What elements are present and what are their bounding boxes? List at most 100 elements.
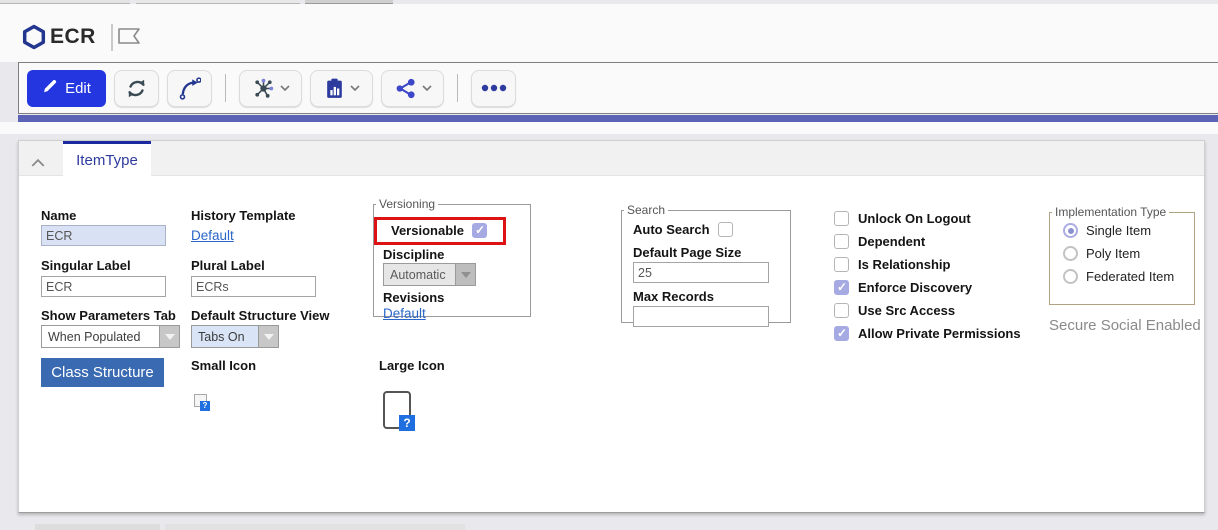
ellipsis-icon bbox=[481, 84, 507, 92]
enforce-discovery-row: Enforce Discovery bbox=[834, 280, 972, 295]
discipline-label: Discipline bbox=[383, 247, 444, 262]
history-template-link[interactable]: Default bbox=[191, 228, 234, 243]
bottom-fragment bbox=[35, 524, 160, 530]
single-item-radio[interactable] bbox=[1063, 223, 1078, 238]
singular-label-label: Singular Label bbox=[41, 258, 131, 273]
auto-search-label: Auto Search bbox=[633, 222, 710, 237]
chevron-down-icon bbox=[350, 85, 360, 91]
discipline-value: Automatic bbox=[383, 263, 455, 286]
reports-dropdown-button[interactable] bbox=[310, 70, 373, 107]
dropdown-arrow-icon bbox=[455, 263, 476, 286]
page-title: ECR bbox=[50, 25, 96, 49]
flag-icon[interactable] bbox=[117, 26, 143, 55]
structure-dropdown-button[interactable] bbox=[239, 70, 302, 107]
versionable-checkbox[interactable] bbox=[472, 223, 487, 238]
pencil-icon bbox=[42, 78, 58, 98]
plural-label-label: Plural Label bbox=[191, 258, 265, 273]
dependent-label: Dependent bbox=[858, 234, 925, 249]
name-input[interactable] bbox=[41, 225, 166, 246]
share-dropdown-button[interactable] bbox=[381, 70, 444, 107]
toolbar: Edit bbox=[18, 62, 1218, 114]
use-src-access-label: Use Src Access bbox=[858, 303, 955, 318]
show-parameters-tab-label: Show Parameters Tab bbox=[41, 308, 176, 323]
dropdown-arrow-icon[interactable] bbox=[258, 325, 279, 348]
revisions-link[interactable]: Default bbox=[383, 306, 426, 321]
header-underlay bbox=[0, 122, 1218, 134]
dependent-row: Dependent bbox=[834, 234, 925, 249]
is-relationship-row: Is Relationship bbox=[834, 257, 950, 272]
default-structure-view-label: Default Structure View bbox=[191, 308, 329, 323]
versionable-row: Versionable bbox=[391, 223, 487, 238]
federated-item-row: Federated Item bbox=[1063, 269, 1174, 284]
unlock-on-logout-label: Unlock On Logout bbox=[858, 211, 971, 226]
tab-strip bbox=[19, 141, 1204, 176]
enforce-discovery-label: Enforce Discovery bbox=[858, 280, 972, 295]
default-structure-view-select[interactable]: Tabs On bbox=[191, 325, 279, 348]
broken-image-icon: ? bbox=[200, 401, 210, 411]
allow-private-permissions-label: Allow Private Permissions bbox=[858, 326, 1021, 341]
share-icon bbox=[394, 77, 417, 100]
federated-item-radio[interactable] bbox=[1063, 269, 1078, 284]
class-structure-button[interactable]: Class Structure bbox=[41, 358, 164, 387]
singular-label-input[interactable] bbox=[41, 276, 166, 297]
large-icon-placeholder[interactable]: ? bbox=[383, 391, 411, 429]
form-panel: ItemType Name Singular Label Show Parame… bbox=[18, 140, 1205, 513]
refresh-button[interactable] bbox=[114, 70, 159, 107]
versioning-legend: Versioning bbox=[376, 197, 438, 211]
is-relationship-label: Is Relationship bbox=[858, 257, 950, 272]
name-label: Name bbox=[41, 208, 76, 223]
poly-item-row: Poly Item bbox=[1063, 246, 1140, 261]
discipline-select[interactable]: Automatic bbox=[383, 263, 476, 286]
search-legend: Search bbox=[624, 203, 668, 217]
edit-button-label: Edit bbox=[65, 80, 91, 97]
federated-item-label: Federated Item bbox=[1086, 269, 1174, 284]
single-item-row: Single Item bbox=[1063, 223, 1151, 238]
title-divider bbox=[111, 24, 113, 51]
broken-image-icon: ? bbox=[399, 415, 415, 431]
show-parameters-tab-value: When Populated bbox=[41, 325, 159, 348]
auto-search-row: Auto Search bbox=[633, 222, 733, 237]
versionable-label: Versionable bbox=[391, 223, 464, 238]
reports-clipboard-icon bbox=[324, 77, 345, 100]
accent-bar bbox=[18, 115, 1218, 122]
max-records-input[interactable] bbox=[633, 306, 769, 327]
small-icon-label: Small Icon bbox=[191, 358, 256, 373]
default-page-size-label: Default Page Size bbox=[633, 245, 741, 260]
show-parameters-tab-select[interactable]: When Populated bbox=[41, 325, 180, 348]
use-src-access-row: Use Src Access bbox=[834, 303, 955, 318]
unlock-on-logout-row: Unlock On Logout bbox=[834, 211, 971, 226]
promote-button[interactable] bbox=[167, 70, 212, 107]
more-button[interactable] bbox=[471, 70, 516, 107]
toolbar-separator bbox=[225, 74, 226, 102]
dropdown-arrow-icon[interactable] bbox=[159, 325, 180, 348]
allow-private-permissions-checkbox[interactable] bbox=[834, 326, 849, 341]
poly-item-radio[interactable] bbox=[1063, 246, 1078, 261]
poly-item-label: Poly Item bbox=[1086, 246, 1140, 261]
max-records-label: Max Records bbox=[633, 289, 714, 304]
plural-label-input[interactable] bbox=[191, 276, 316, 297]
secure-social-enabled-text: Secure Social Enabled bbox=[1049, 317, 1201, 334]
revisions-label: Revisions bbox=[383, 290, 444, 305]
toolbar-separator bbox=[457, 74, 458, 102]
edit-button[interactable]: Edit bbox=[27, 70, 106, 107]
tab-itemtype[interactable]: ItemType bbox=[63, 141, 151, 176]
is-relationship-checkbox[interactable] bbox=[834, 257, 849, 272]
dependent-checkbox[interactable] bbox=[834, 234, 849, 249]
default-page-size-input[interactable] bbox=[633, 262, 769, 283]
promote-arrow-icon bbox=[178, 77, 201, 100]
allow-private-permissions-row: Allow Private Permissions bbox=[834, 326, 1021, 341]
bottom-fragment bbox=[165, 524, 465, 530]
page-header: ECR bbox=[0, 4, 1218, 62]
unlock-on-logout-checkbox[interactable] bbox=[834, 211, 849, 226]
auto-search-checkbox[interactable] bbox=[718, 222, 733, 237]
enforce-discovery-checkbox[interactable] bbox=[834, 280, 849, 295]
structure-hub-icon bbox=[252, 77, 275, 100]
refresh-icon bbox=[125, 77, 148, 100]
use-src-access-checkbox[interactable] bbox=[834, 303, 849, 318]
large-icon-label: Large Icon bbox=[379, 358, 445, 373]
itemtype-hexagon-icon bbox=[21, 24, 47, 55]
history-template-label: History Template bbox=[191, 208, 296, 223]
collapse-chevron-icon[interactable] bbox=[31, 154, 45, 172]
single-item-label: Single Item bbox=[1086, 223, 1151, 238]
small-icon-placeholder[interactable]: ? bbox=[194, 394, 207, 407]
